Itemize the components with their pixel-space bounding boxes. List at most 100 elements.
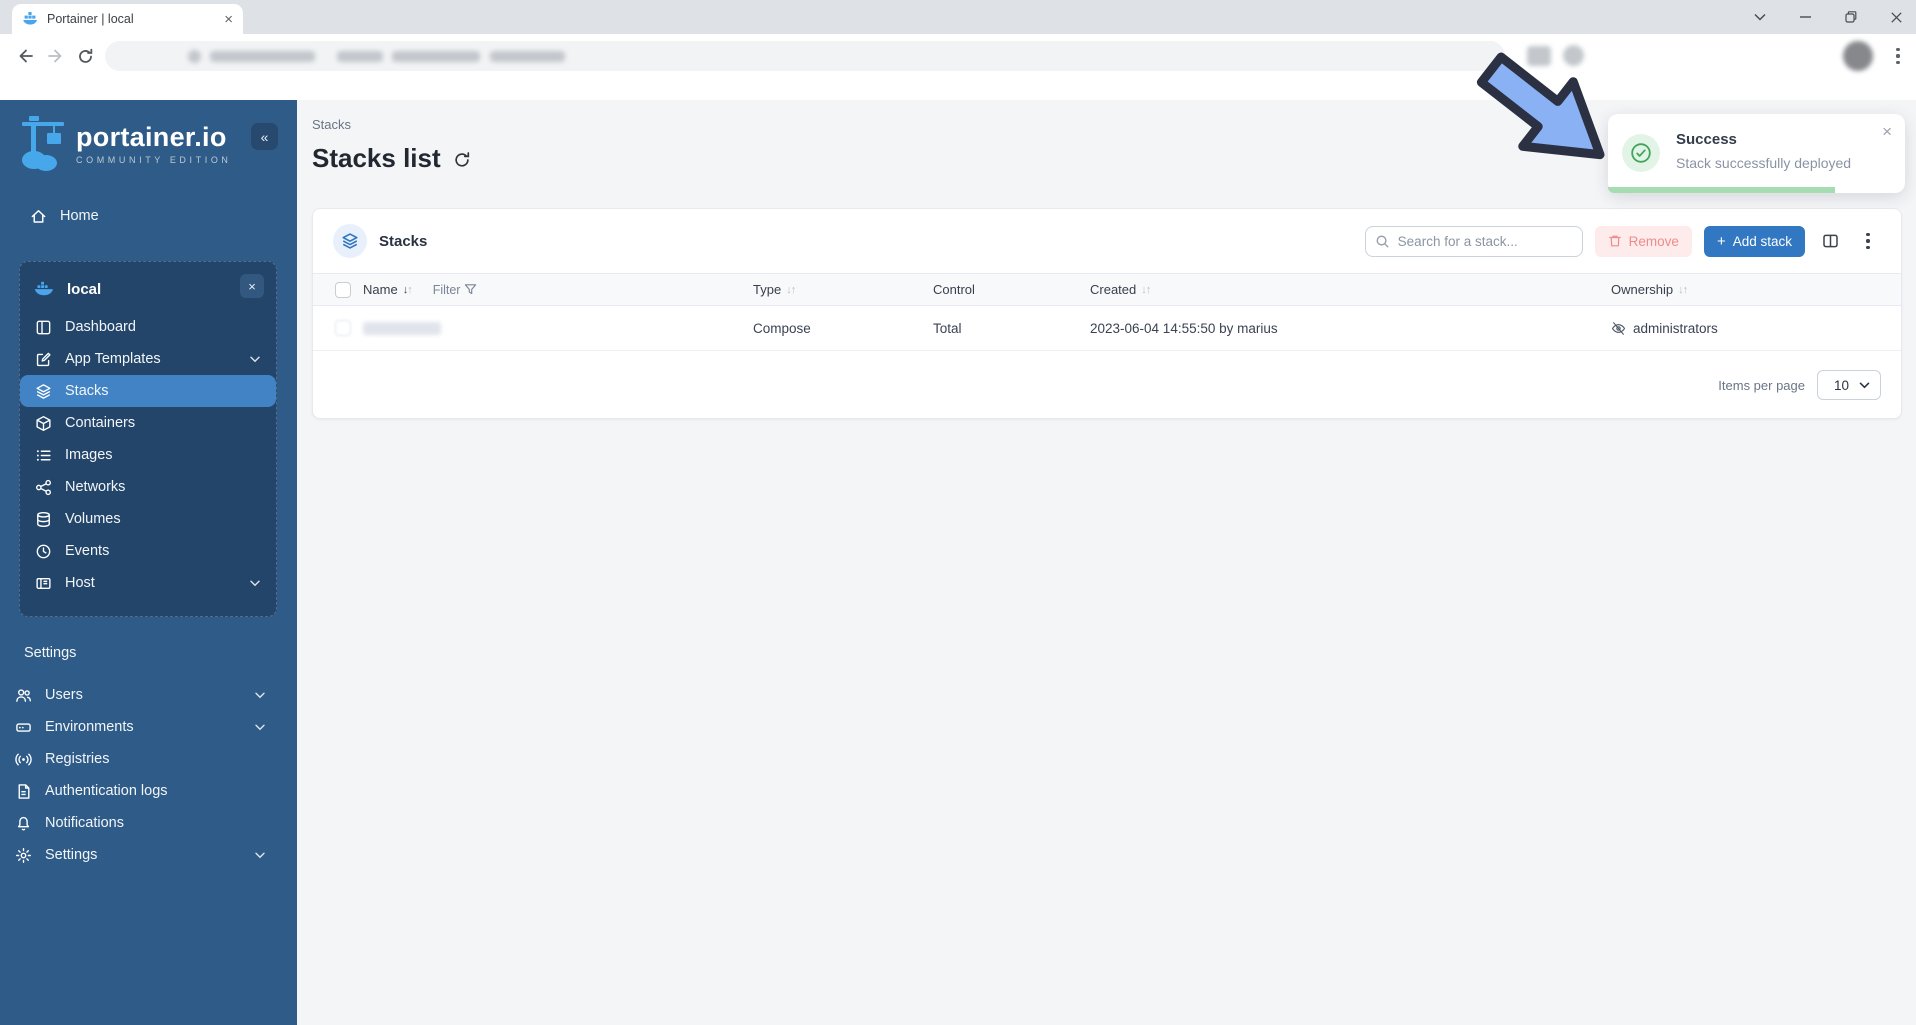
eye-off-icon: [1611, 321, 1626, 335]
tab-close-icon[interactable]: ×: [224, 12, 233, 27]
authentication-logs-icon: [18, 783, 30, 799]
url-redacted-blob: [392, 51, 480, 62]
sidebar-collapse-button[interactable]: «: [251, 123, 278, 150]
column-header-created[interactable]: Created ↓↑: [1090, 282, 1611, 297]
sidebar-item-app-templates[interactable]: App Templates: [20, 343, 276, 375]
environment-name: local: [67, 280, 102, 298]
select-all-checkbox[interactable]: [335, 281, 351, 298]
stack-ownership-cell: administrators: [1611, 321, 1901, 336]
portainer-logo[interactable]: portainer.io COMMUNITY EDITION: [20, 116, 232, 172]
sidebar-item-events[interactable]: Events: [20, 535, 276, 567]
remove-button[interactable]: Remove: [1594, 225, 1692, 257]
toast-close-icon[interactable]: ×: [1882, 122, 1892, 142]
window-minimize-icon[interactable]: [1800, 16, 1811, 18]
chevron-down-icon: [250, 351, 260, 367]
sidebar-item-dashboard[interactable]: Dashboard: [20, 311, 276, 343]
remove-button-label: Remove: [1628, 233, 1679, 249]
environment-header[interactable]: local ×: [20, 274, 276, 304]
sidebar-item-settings[interactable]: Settings: [15, 839, 281, 871]
sidebar-item-label: Stacks: [65, 383, 109, 399]
search-icon: [1376, 235, 1389, 247]
stacks-widget: Stacks Remove + Add stack: [312, 208, 1902, 419]
sidebar-item-networks[interactable]: Networks: [20, 471, 276, 503]
sidebar-item-label: Host: [65, 575, 95, 591]
sidebar-item-volumes[interactable]: Volumes: [20, 503, 276, 535]
portainer-crane-icon: [22, 116, 64, 171]
host-icon: [36, 577, 51, 589]
registries-icon: [15, 752, 32, 766]
chevron-down-icon: [255, 687, 265, 703]
widget-menu-kebab-icon[interactable]: [1855, 228, 1881, 254]
page-title: Stacks list: [312, 143, 471, 174]
tab-search-chevron-icon[interactable]: [1754, 13, 1766, 21]
widget-title: Stacks: [379, 232, 428, 250]
home-icon: [31, 209, 46, 223]
sidebar-item-label: Notifications: [45, 815, 124, 831]
column-header-name[interactable]: Name ↓↑ Filter: [363, 282, 753, 297]
sidebar-item-host[interactable]: Host: [20, 567, 276, 599]
url-redacted-blob: [188, 50, 201, 63]
sidebar-item-notifications[interactable]: Notifications: [15, 807, 281, 839]
stacks-widget-icon: [333, 224, 367, 258]
users-icon: [16, 688, 31, 702]
logo-title: portainer.io: [76, 122, 227, 152]
items-per-page-select[interactable]: 10: [1817, 370, 1881, 400]
ownership-value: administrators: [1633, 320, 1718, 336]
stack-type-cell: Compose: [753, 320, 811, 336]
dashboard-icon: [36, 320, 51, 334]
plus-icon: +: [1716, 232, 1726, 250]
url-redacted-blob: [210, 51, 315, 62]
items-per-page-label: Items per page: [1718, 377, 1805, 393]
sidebar-item-stacks[interactable]: Stacks: [20, 375, 276, 407]
sort-indicator: ↓↑: [786, 283, 796, 296]
sidebar-item-label: Containers: [65, 415, 136, 431]
volumes-icon: [37, 511, 50, 527]
columns-settings-icon[interactable]: [1817, 228, 1843, 254]
trash-icon: [1608, 235, 1621, 247]
breadcrumb[interactable]: Stacks: [312, 117, 351, 132]
browser-profile-avatar[interactable]: [1843, 41, 1873, 71]
sidebar-item-environments[interactable]: Environments: [15, 711, 281, 743]
column-header-type[interactable]: Type ↓↑: [753, 282, 933, 297]
sidebar-item-users[interactable]: Users: [15, 679, 281, 711]
refresh-list-icon[interactable]: [453, 151, 471, 169]
sort-indicator: ↓↑: [402, 283, 413, 296]
url-redacted-blob: [490, 51, 565, 62]
sidebar-item-label: Dashboard: [65, 319, 136, 335]
portainer-window: Portainer | local × portainer.io COMMUNI…: [0, 0, 1916, 1025]
tab-title: Portainer | local: [47, 12, 134, 26]
funnel-icon: [465, 284, 477, 295]
sidebar-item-label: Home: [60, 208, 99, 224]
search-input[interactable]: [1364, 225, 1583, 257]
toast-title: Success: [1676, 131, 1737, 148]
row-checkbox[interactable]: [335, 320, 351, 336]
window-close-icon[interactable]: [1891, 11, 1902, 23]
add-stack-button[interactable]: + Add stack: [1703, 225, 1805, 257]
sidebar-item-containers[interactable]: Containers: [20, 407, 276, 439]
url-bar[interactable]: [105, 41, 1505, 71]
table-row[interactable]: Compose Total 2023-06-04 14:55:50 by mar…: [313, 306, 1901, 351]
settings-gear-icon: [16, 847, 31, 863]
column-header-ownership[interactable]: Ownership ↓↑: [1611, 282, 1901, 297]
sidebar-item-label: Images: [65, 447, 113, 463]
sidebar-item-label: Settings: [45, 847, 98, 863]
environment-close-button[interactable]: ×: [240, 274, 264, 298]
sidebar-item-registries[interactable]: Registries: [15, 743, 281, 775]
sidebar-item-authentication-logs[interactable]: Authentication logs: [15, 775, 281, 807]
name-filter-button[interactable]: Filter: [433, 283, 478, 297]
browser-tab[interactable]: Portainer | local ×: [12, 4, 243, 34]
sidebar-item-label: Networks: [65, 479, 126, 495]
favicon-portainer-icon: [22, 11, 38, 27]
add-stack-button-label: Add stack: [1732, 233, 1792, 249]
browser-menu-kebab-icon[interactable]: [1890, 44, 1906, 68]
column-header-control[interactable]: Control: [933, 282, 1090, 297]
notifications-icon: [17, 816, 30, 830]
window-restore-icon[interactable]: [1845, 11, 1857, 23]
stack-created-cell: 2023-06-04 14:55:50 by marius: [1090, 320, 1278, 336]
stack-name-redacted[interactable]: [363, 321, 441, 335]
sidebar-item-images[interactable]: Images: [20, 439, 276, 471]
back-icon[interactable]: [12, 43, 38, 69]
containers-icon: [36, 415, 51, 431]
refresh-page-icon[interactable]: [72, 43, 98, 69]
sidebar-item-home[interactable]: Home: [15, 200, 275, 232]
